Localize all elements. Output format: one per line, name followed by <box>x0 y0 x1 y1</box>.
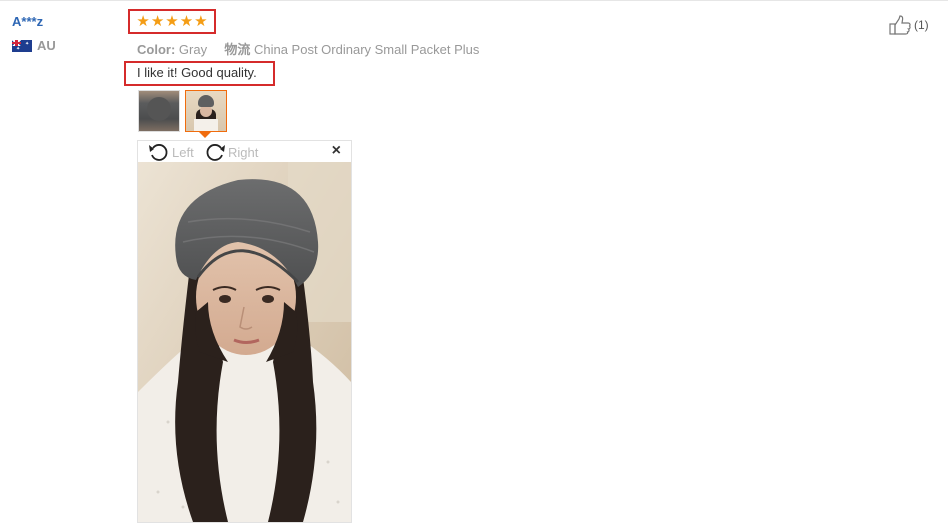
top-divider <box>0 0 948 1</box>
helpful-button[interactable]: (1) <box>889 15 929 35</box>
shipping-label: 物流 <box>224 42 251 57</box>
review-photo-thumbnail-2[interactable] <box>185 90 227 132</box>
rotate-left-label: Left <box>172 144 194 160</box>
star-icon: ★ <box>165 13 179 30</box>
shipping-value: China Post Ordinary Small Packet Plus <box>253 42 480 57</box>
color-label: Color: <box>137 42 176 57</box>
reviewer-name[interactable]: A***z <box>12 14 56 29</box>
review-photo-image <box>138 162 351 522</box>
rotate-right-label: Right <box>228 144 259 160</box>
reviewer-country: ✦ ✦ AU <box>12 38 56 53</box>
rotate-right-button[interactable]: Right <box>204 142 258 162</box>
star-icon: ★ <box>150 13 165 30</box>
reviewer-info: A***z ✦ ✦ AU <box>12 14 56 53</box>
thumbs-up-icon <box>889 15 911 35</box>
rotate-right-icon <box>206 144 225 161</box>
australia-flag-icon: ✦ ✦ <box>12 39 32 52</box>
star-rating: ★ ★ ★ ★ ★ <box>128 9 216 34</box>
close-icon[interactable]: × <box>332 142 341 160</box>
review-photo-large <box>138 162 351 522</box>
photo-viewer: Left Right × <box>137 140 352 523</box>
rotate-left-icon <box>149 144 168 161</box>
review-photo-thumbnail-1[interactable] <box>138 90 180 132</box>
star-icon: ★ <box>179 13 194 30</box>
viewer-toolbar: Left Right × <box>138 141 351 162</box>
helpful-count: (1) <box>914 18 929 32</box>
rotate-left-button[interactable]: Left <box>148 142 194 162</box>
star-icon: ★ <box>136 13 150 30</box>
review-text: I like it! Good quality. <box>137 65 257 80</box>
country-code: AU <box>37 38 56 53</box>
order-meta: Color: Gray 物流 China Post Ordinary Small… <box>137 39 479 58</box>
color-value: Gray <box>178 42 208 57</box>
selected-thumbnail-pointer <box>198 131 212 138</box>
star-icon: ★ <box>194 13 208 30</box>
